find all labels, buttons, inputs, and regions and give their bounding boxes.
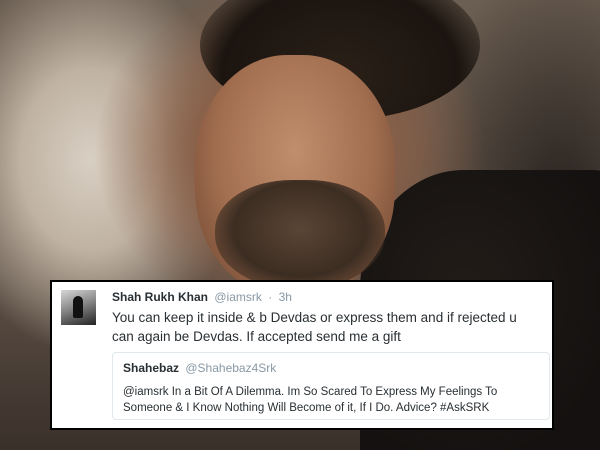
tweet-text: You can keep it inside & b Devdas or exp… [112,310,517,344]
quoted-author-name[interactable]: Shahebaz [123,361,179,375]
separator-dot: · [268,290,273,304]
quoted-tweet-header: Shahebaz @Shahebaz4Srk [123,361,276,375]
tweet-card[interactable]: Shah Rukh Khan @iamsrk · 3h You can keep… [50,280,554,430]
author-name[interactable]: Shah Rukh Khan [112,290,208,304]
quoted-author-handle[interactable]: @Shahebaz4Srk [185,361,276,375]
author-avatar[interactable] [61,290,96,325]
tweet-header: Shah Rukh Khan @iamsrk · 3h [112,290,292,304]
quoted-tweet[interactable]: Shahebaz @Shahebaz4Srk @iamsrk In a Bit … [112,352,550,420]
tweet-timestamp[interactable]: 3h [279,290,292,304]
quoted-tweet-text: @iamsrk In a Bit Of A Dilemma. Im So Sca… [123,386,498,414]
author-handle[interactable]: @iamsrk [214,290,262,304]
photo-beard [215,180,385,290]
